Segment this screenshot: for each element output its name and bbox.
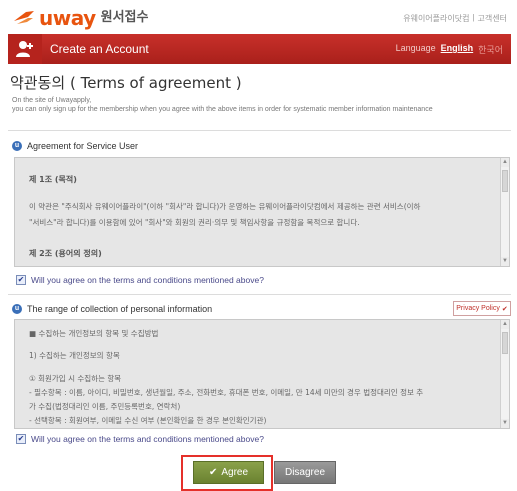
privacy-text-line: - 필수항목 : 이름, 아이디, 비밀번호, 생년월일, 주소, 전화번호, …	[29, 388, 424, 397]
link-separator: |	[472, 13, 475, 22]
scroll-up-icon[interactable]: ▲	[501, 158, 509, 167]
top-links: 유웨이어플라이닷컴 | 고객센터	[403, 13, 507, 24]
privacy-terms-scrollbar[interactable]: ▲ ▼	[500, 320, 509, 428]
logo-text: uway	[39, 6, 96, 30]
top-header: uway 원서접수 유웨이어플라이닷컴 | 고객센터	[0, 0, 517, 34]
scroll-up-icon[interactable]: ▲	[501, 320, 509, 329]
language-english[interactable]: English	[441, 43, 474, 56]
service-agree-row[interactable]: ✔ Will you agree on the terms and condit…	[16, 275, 264, 285]
disagree-button-label: Disagree	[284, 467, 326, 478]
scroll-down-icon[interactable]: ▼	[501, 257, 509, 266]
service-agree-label[interactable]: Will you agree on the terms and conditio…	[31, 275, 264, 285]
service-agree-checkbox[interactable]: ✔	[16, 275, 26, 285]
divider	[8, 294, 511, 295]
privacy-terms-textbox[interactable]: ■ 수집하는 개인정보의 항목 및 수집방법 1) 수집하는 개인정보의 항목 …	[14, 319, 510, 429]
privacy-text-line: 1) 수집하는 개인정보의 항목	[29, 351, 120, 360]
terms-text-line: 이 약관은 "주식회사 유웨이어플라이"(이하 "회사"라 합니다)가 운영하는…	[29, 202, 421, 211]
link-uwayapply[interactable]: 유웨이어플라이닷컴	[403, 13, 469, 24]
privacy-section-title: The range of collection of personal info…	[27, 304, 213, 314]
info-bullet-icon: u	[12, 304, 22, 314]
logo-wing-icon	[12, 9, 36, 27]
privacy-text-line: ① 회원가입 시 수집하는 항목	[29, 374, 122, 383]
language-selector: Language English 한국어	[396, 43, 503, 56]
privacy-agree-checkbox[interactable]: ✔	[16, 434, 26, 444]
page-title: 약관동의 ( Terms of agreement )	[10, 74, 242, 92]
privacy-agree-label[interactable]: Will you agree on the terms and conditio…	[31, 434, 264, 444]
language-label: Language	[395, 43, 436, 53]
privacy-section-heading: u The range of collection of personal in…	[12, 304, 212, 314]
scroll-thumb[interactable]	[502, 332, 508, 354]
privacy-agree-row[interactable]: ✔ Will you agree on the terms and condit…	[16, 434, 264, 444]
logo-subtitle: 원서접수	[100, 10, 149, 25]
agree-button-label: Agree	[221, 467, 249, 478]
service-terms-textbox[interactable]: 제 1조 (목적) 이 약관은 "주식회사 유웨이어플라이"(이하 "회사"라 …	[14, 157, 510, 267]
privacy-policy-label: Privacy Policy	[456, 305, 500, 312]
terms-text-line: "서비스"라 합니다)를 이용함에 있어 "회사"와 회원의 권리·의무 및 책…	[29, 218, 360, 227]
page-heading: Create an Account	[50, 42, 149, 56]
service-terms-scrollbar[interactable]: ▲ ▼	[500, 158, 509, 266]
language-korean[interactable]: 한국어	[478, 43, 503, 56]
privacy-policy-button[interactable]: Privacy Policy ✔	[453, 301, 511, 316]
link-customer-center[interactable]: 고객센터	[478, 13, 507, 24]
terms-article-2-title: 제 2조 (용어의 정의)	[29, 249, 102, 258]
description-line-1: On the site of Uwayapply,	[12, 97, 92, 104]
agree-button[interactable]: ✔ Agree	[193, 461, 264, 484]
service-agreement-title: Agreement for Service User	[27, 141, 139, 151]
uway-logo[interactable]: uway 원서접수	[12, 8, 148, 28]
service-agreement-heading: u Agreement for Service User	[12, 141, 138, 151]
scroll-down-icon[interactable]: ▼	[501, 419, 509, 428]
info-bullet-icon: u	[12, 141, 22, 151]
privacy-text-line: - 선택항목 : 회원여부, 이메일 수신 여부 (본인확인을 한 경우 본인확…	[29, 416, 267, 425]
scroll-thumb[interactable]	[502, 170, 508, 192]
terms-article-1-title: 제 1조 (목적)	[29, 175, 77, 184]
privacy-text-line: ■ 수집하는 개인정보의 항목 및 수집방법	[29, 329, 159, 338]
check-icon: ✔	[208, 467, 218, 478]
description-line-2: you can only sign up for the membership …	[12, 106, 433, 113]
create-account-bar: Create an Account Language English 한국어	[8, 34, 511, 64]
divider	[8, 130, 511, 131]
check-icon: ✔	[501, 305, 508, 313]
privacy-text-line: 가 수집(법정대리인 이름, 주민등록번호, 연락처)	[29, 402, 181, 411]
disagree-button[interactable]: Disagree	[274, 461, 336, 484]
add-user-icon	[8, 34, 42, 64]
